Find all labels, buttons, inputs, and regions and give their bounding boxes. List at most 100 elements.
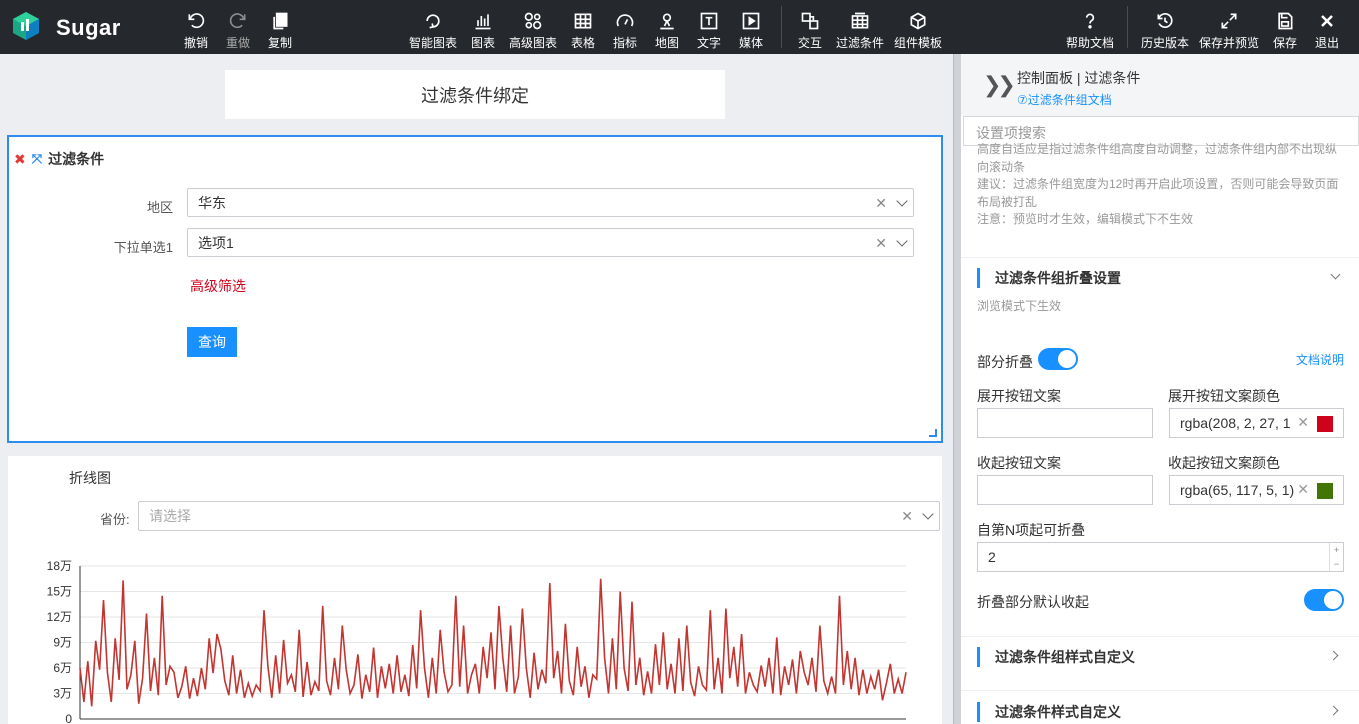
- chevron-down-icon: [922, 508, 934, 520]
- text-button[interactable]: 文字: [697, 0, 721, 54]
- save-preview-button[interactable]: 保存并预览: [1199, 0, 1259, 54]
- y-tick-label: 3万: [53, 687, 72, 701]
- line-chart: 0 3万 6万 9万 12万 15万 18万: [47, 559, 907, 724]
- undo-label: 撤销: [184, 36, 209, 50]
- cube-icon: [910, 12, 926, 30]
- chart-title: 折线图: [69, 470, 111, 486]
- query-button[interactable]: 查询: [187, 327, 237, 357]
- partial-collapse-toggle[interactable]: [1038, 348, 1078, 370]
- collapse-text-label: 收起按钮文案: [977, 455, 1061, 471]
- advanced-chart-button[interactable]: 高级图表: [509, 0, 557, 54]
- collapse-color-value: rgba(65, 117, 5, 1): [1180, 482, 1295, 498]
- toolbar-separator-2: [1127, 6, 1128, 48]
- collapse-section-header[interactable]: 过滤条件组折叠设置: [977, 268, 1347, 288]
- chevron-down-icon: [896, 195, 908, 207]
- collapse-panel-icon[interactable]: ❯❯: [983, 72, 1016, 98]
- default-collapsed-toggle[interactable]: [1304, 589, 1344, 611]
- history-button[interactable]: 历史版本: [1141, 0, 1189, 54]
- copy-label: 复制: [268, 36, 293, 50]
- filter-style-section-header[interactable]: 过滤条件样式自定义: [977, 702, 1347, 722]
- increment-icon[interactable]: +: [1329, 543, 1343, 557]
- control-panel: ❯❯ 控制面板 | 过滤条件 ⑦过滤条件组文档 设置项搜索 高度自适应是指过滤条…: [961, 54, 1359, 724]
- expand-text-label: 展开按钮文案: [977, 388, 1061, 404]
- style-section-title: 过滤条件组样式自定义: [995, 649, 1135, 665]
- chevron-down-icon: [1330, 269, 1341, 280]
- panel-splitter[interactable]: [953, 54, 961, 724]
- media-button[interactable]: 媒体: [739, 0, 763, 54]
- chevron-right-icon: [1328, 705, 1339, 716]
- partial-collapse-label: 部分折叠: [977, 354, 1033, 370]
- doc-explain-link[interactable]: 文档说明: [1296, 351, 1344, 368]
- history-icon: [1157, 12, 1173, 28]
- component-template-label: 组件模板: [894, 36, 943, 50]
- play-icon: [742, 12, 760, 30]
- clear-icon[interactable]: ✕: [1297, 414, 1309, 431]
- clear-icon[interactable]: ✕: [875, 195, 887, 212]
- save-button[interactable]: 保存: [1273, 0, 1297, 54]
- smart-chart-label: 智能图表: [409, 36, 458, 50]
- filter-style-section-title: 过滤条件样式自定义: [995, 704, 1121, 720]
- undo-button[interactable]: 撤销: [184, 0, 208, 54]
- interaction-button[interactable]: 交互: [798, 0, 822, 54]
- resize-handle[interactable]: [929, 429, 937, 437]
- note-adaptive: 高度自适应是指过滤条件组高度自动调整，过滤条件组内部不出现纵向滚动条: [977, 142, 1338, 174]
- map-pin-icon: [660, 13, 674, 30]
- collapse-section-title: 过滤条件组折叠设置: [995, 270, 1121, 286]
- question-icon: [1085, 13, 1095, 29]
- delete-icon[interactable]: ✖: [14, 151, 26, 168]
- nth-number-input[interactable]: 2 + −: [977, 542, 1344, 572]
- clear-icon[interactable]: ✕: [901, 508, 913, 525]
- region-select[interactable]: 华东 ✕: [187, 188, 914, 217]
- province-label: 省份:: [100, 512, 130, 527]
- toolbar-separator: [781, 6, 782, 48]
- dropdown-select[interactable]: 选项1 ✕: [187, 228, 914, 257]
- clear-icon[interactable]: ✕: [1297, 481, 1309, 498]
- line-chart-component[interactable]: 折线图 省份: 请选择 ✕ 0 3万 6万 9万 12万 15万 18万: [8, 456, 942, 724]
- bar-chart-icon: [475, 14, 491, 30]
- expand-color-swatch[interactable]: [1317, 416, 1333, 432]
- metric-button[interactable]: 指标: [613, 0, 637, 54]
- smart-chart-button[interactable]: 智能图表: [409, 0, 457, 54]
- table-label: 表格: [571, 36, 596, 50]
- move-icon[interactable]: ⤧: [32, 151, 42, 167]
- table-button[interactable]: 表格: [571, 0, 595, 54]
- help-doc-button[interactable]: 帮助文档: [1066, 0, 1114, 54]
- collapse-desc: 浏览模式下生效: [977, 299, 1062, 313]
- y-tick-label: 6万: [53, 661, 72, 675]
- collapse-color-swatch[interactable]: [1317, 483, 1333, 499]
- save-preview-label: 保存并预览: [1199, 36, 1260, 50]
- redo-icon: [229, 13, 246, 29]
- region-value: 华东: [198, 194, 226, 211]
- decrement-icon[interactable]: −: [1329, 557, 1343, 571]
- collapse-color-input[interactable]: rgba(65, 117, 5, 1) ✕: [1169, 475, 1344, 505]
- province-select[interactable]: 请选择 ✕: [138, 501, 940, 531]
- sugar-logo[interactable]: Sugar: [10, 10, 130, 44]
- collapse-text-input[interactable]: [977, 475, 1153, 505]
- text-icon: [700, 12, 718, 30]
- map-button[interactable]: 地图: [655, 0, 679, 54]
- y-tick-label: 0: [65, 712, 72, 724]
- note-warning: 注意：预览时才生效，编辑模式下不生效: [977, 212, 1194, 226]
- y-tick-label: 9万: [53, 636, 72, 650]
- chart-button[interactable]: 图表: [471, 0, 495, 54]
- exit-button[interactable]: 退出: [1315, 0, 1339, 54]
- region-label: 地区: [146, 200, 173, 215]
- filter-title: 过滤条件: [48, 151, 105, 167]
- component-template-button[interactable]: 组件模板: [894, 0, 942, 54]
- exit-label: 退出: [1315, 36, 1340, 50]
- advanced-filter-link[interactable]: 高级筛选: [190, 276, 246, 296]
- filter-button[interactable]: 过滤条件: [836, 0, 884, 54]
- save-label: 保存: [1273, 36, 1298, 50]
- filter-component[interactable]: ✖ ⤧ 过滤条件 地区 华东 ✕ 下拉单选1 选项1 ✕ 高级筛选 查询: [7, 135, 943, 443]
- title-card[interactable]: 过滤条件绑定: [225, 70, 725, 119]
- undo-icon: [188, 13, 205, 29]
- copy-button[interactable]: 复制: [268, 0, 292, 54]
- expand-text-input[interactable]: [977, 408, 1153, 438]
- clear-icon[interactable]: ✕: [875, 235, 887, 252]
- expand-color-input[interactable]: rgba(208, 2, 27, 1 ✕: [1169, 408, 1344, 438]
- province-placeholder: 请选择: [149, 508, 191, 524]
- filter-doc-link[interactable]: ⑦过滤条件组文档: [1017, 91, 1112, 108]
- style-section-header[interactable]: 过滤条件组样式自定义: [977, 647, 1347, 667]
- redo-button[interactable]: 重做: [226, 0, 250, 54]
- top-toolbar: Sugar 撤销 重做 复制 智能图表 图表 高级图表 表格 指标 地图 文字: [0, 0, 1359, 54]
